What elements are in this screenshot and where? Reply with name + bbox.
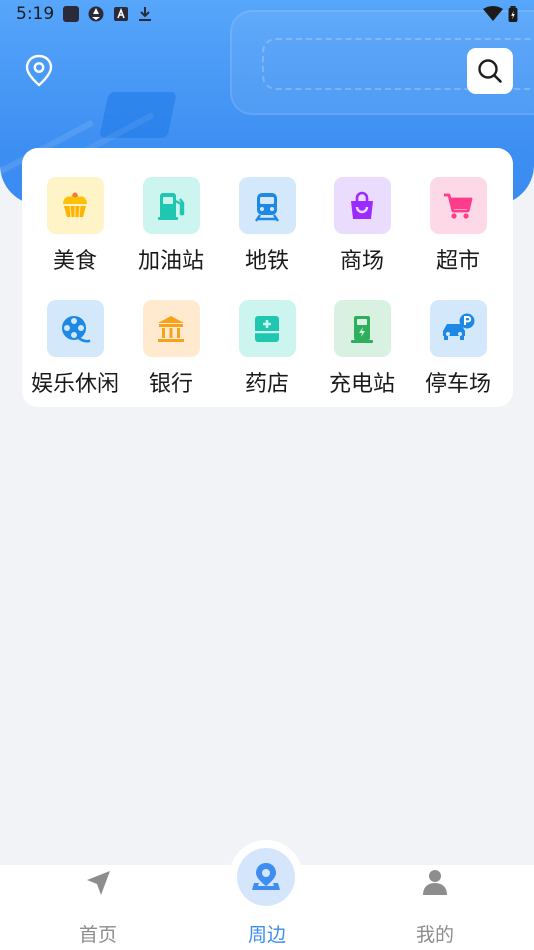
app-notification-icon: [63, 6, 79, 22]
category-tile: [46, 300, 104, 357]
category-pharmacy[interactable]: 药店: [219, 300, 315, 410]
category-label: 美食: [52, 249, 97, 274]
category-entertainment[interactable]: 娱乐休闲: [27, 300, 123, 410]
category-tile: [333, 300, 391, 357]
nav-label: 首页: [78, 924, 117, 946]
nav-nearby-bubble[interactable]: [229, 840, 303, 914]
shopping-cart-icon: [444, 193, 473, 219]
category-tile: [238, 300, 296, 357]
category-tile: [429, 300, 487, 357]
nav-nearby-highlight: [237, 848, 295, 906]
subway-icon: [255, 192, 279, 222]
gas-station-icon: [158, 192, 185, 220]
category-supermarket[interactable]: 超市: [410, 177, 506, 287]
bank-icon: [158, 315, 184, 342]
navigation-arrow-icon: [87, 871, 110, 895]
wifi-icon: [483, 6, 503, 21]
category-label: 加油站: [137, 249, 204, 274]
nav-profile[interactable]: 我的: [375, 865, 495, 950]
category-bank[interactable]: 银行: [123, 300, 219, 410]
category-tile: [142, 300, 200, 357]
nearby-pin-icon: [252, 863, 280, 890]
category-card: 美食 加油站 地铁 商场 超市 娱乐休闲 银行 药店 充电站 停车场: [22, 148, 513, 407]
category-label: 银行: [148, 372, 193, 397]
nav-home[interactable]: 首页: [38, 865, 158, 950]
category-tile: [46, 177, 104, 234]
category-label: 药店: [244, 372, 289, 397]
category-label: 商场: [339, 249, 384, 274]
translate-icon: [114, 7, 128, 21]
parking-icon: [443, 313, 475, 340]
category-label: 地铁: [244, 249, 289, 274]
category-label: 娱乐休闲: [30, 372, 119, 397]
pharmacy-icon: [255, 315, 279, 342]
category-tile: [142, 177, 200, 234]
shutter-icon: [88, 6, 104, 22]
charging-station-icon: [351, 315, 373, 343]
shopping-bag-icon: [351, 191, 373, 219]
banner-decoration: [99, 92, 177, 138]
location-button[interactable]: [24, 54, 54, 88]
category-parking[interactable]: 停车场: [410, 300, 506, 410]
status-bar: 5:19: [0, 0, 534, 28]
nav-label: 周边: [247, 924, 286, 946]
download-icon: [139, 7, 151, 21]
category-tile: [333, 177, 391, 234]
category-label: 停车场: [424, 372, 491, 397]
status-time: 5:19: [16, 4, 55, 24]
category-label: 充电站: [328, 372, 395, 397]
category-charging-station[interactable]: 充电站: [314, 300, 410, 410]
search-icon: [478, 59, 502, 83]
category-mall[interactable]: 商场: [314, 177, 410, 287]
category-tile: [429, 177, 487, 234]
battery-icon: [508, 6, 518, 22]
film-reel-icon: [62, 315, 91, 343]
category-food[interactable]: 美食: [27, 177, 123, 287]
category-gas-station[interactable]: 加油站: [123, 177, 219, 287]
category-subway[interactable]: 地铁: [219, 177, 315, 287]
category-label: 超市: [435, 249, 480, 274]
person-icon: [423, 870, 447, 895]
category-tile: [238, 177, 296, 234]
map-pin-icon: [25, 54, 53, 87]
nav-label: 我的: [415, 924, 454, 946]
search-button[interactable]: [467, 48, 513, 94]
food-icon: [63, 192, 87, 217]
